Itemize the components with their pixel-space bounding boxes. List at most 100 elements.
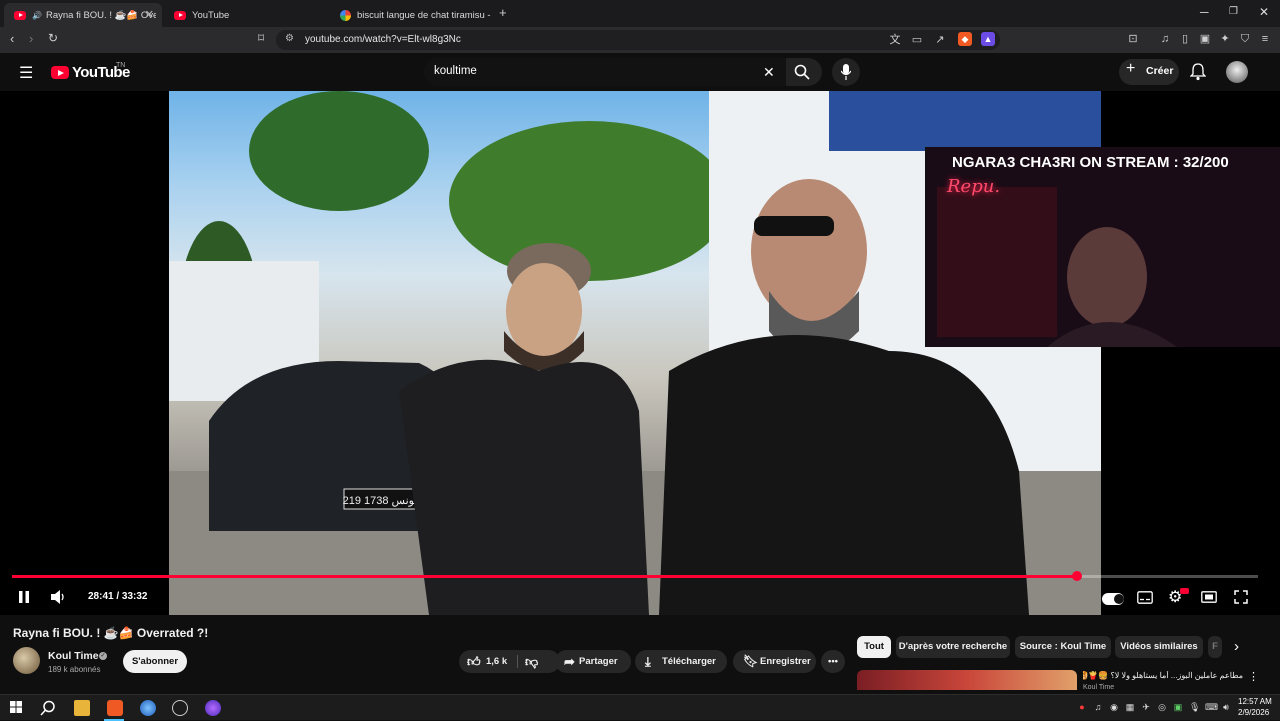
download-button[interactable]: ⤓ Télécharger (635, 650, 727, 673)
file-explorer-icon[interactable] (74, 700, 90, 716)
pause-icon[interactable] (18, 590, 30, 604)
search-input[interactable] (424, 58, 786, 86)
clear-search-icon[interactable]: ✕ (763, 64, 775, 81)
more-actions-button[interactable]: ••• (821, 650, 845, 673)
address-bar[interactable]: ⚙ youtube.com/watch?v=Elt-wl8g3Nc 文 ▭ ↗ (276, 30, 1000, 50)
chip-all[interactable]: Tout (857, 636, 891, 658)
microphone-tray-icon[interactable]: 🎙︎ (1189, 702, 1200, 712)
brave-shield-icon[interactable]: ◆ (958, 32, 972, 46)
browser-toolbar: ‹ › ↻ ⌑ ⚙ youtube.com/watch?v=Elt-wl8g3N… (0, 27, 1280, 53)
recommended-video-thumbnail[interactable] (857, 670, 1077, 690)
browser-tab-active[interactable]: 🔊 Rayna fi BOU. ! ☕🍰 Overra ✕ (4, 3, 162, 27)
channel-avatar[interactable] (13, 647, 40, 674)
app-icon-purple[interactable] (205, 700, 221, 716)
youtube-logo-icon[interactable] (51, 66, 69, 79)
screenshot-icon[interactable]: ⊡ (1126, 32, 1140, 46)
tray-icon-4[interactable]: ◎ (1157, 702, 1167, 712)
site-info-icon[interactable]: ⚙ (285, 33, 294, 44)
bookmark-icon[interactable]: ⌑ (258, 31, 264, 45)
wallet-icon[interactable]: ▣ (1198, 32, 1212, 46)
sidebar-icon[interactable]: ▯ (1178, 32, 1192, 46)
minimize-window-icon[interactable]: ─ (1200, 5, 1209, 19)
media-control-icon[interactable]: ♫ (1158, 32, 1172, 46)
chip-related-videos[interactable]: Vidéos similaires (1115, 636, 1203, 658)
translate-icon[interactable]: 文 (888, 33, 902, 47)
download-label: Télécharger (662, 656, 716, 667)
google-favicon-icon (340, 9, 351, 21)
hamburger-menu-icon[interactable]: ☰ (19, 63, 33, 83)
voice-search-button[interactable] (832, 58, 860, 86)
theater-mode-icon[interactable] (1201, 591, 1217, 603)
tab-label: biscuit langue de chat tiramisu - Goo (357, 9, 492, 21)
forward-arrow-icon[interactable]: › (29, 31, 33, 46)
channel-name[interactable]: Koul Time (48, 650, 99, 662)
youtube-favicon-icon (174, 9, 186, 21)
progress-scrubber-handle[interactable] (1072, 571, 1082, 581)
plus-icon: + (1126, 60, 1136, 77)
new-tab-button[interactable]: + (499, 5, 507, 20)
tray-icon-3[interactable]: ✈ (1141, 702, 1151, 712)
autoplay-toggle[interactable] (1102, 593, 1124, 605)
url-text[interactable]: youtube.com/watch?v=Elt-wl8g3Nc (305, 34, 461, 45)
share-icon[interactable]: ↗ (933, 33, 947, 47)
headset-tray-icon[interactable]: ♫ (1093, 702, 1103, 712)
subscribe-button[interactable]: S'abonner (123, 650, 187, 673)
chips-next-chevron-icon[interactable]: › (1234, 638, 1239, 655)
close-window-icon[interactable]: ✕ (1259, 5, 1269, 19)
browser-tab-bar: 🔊 Rayna fi BOU. ! ☕🍰 Overra ✕ YouTube bi… (0, 0, 1280, 27)
cast-icon[interactable]: ▭ (910, 33, 924, 47)
like-count[interactable]: 1,6 k (486, 650, 507, 673)
browser-tab-google[interactable]: biscuit langue de chat tiramisu - Goo (330, 3, 492, 27)
youtube-favicon-icon (14, 9, 26, 21)
vpn-icon[interactable]: ⛉ (1238, 32, 1252, 46)
tray-icon-1[interactable]: ◉ (1109, 702, 1119, 712)
taskbar-search-icon[interactable] (40, 700, 56, 716)
subscriber-count: 189 k abonnés (48, 665, 101, 674)
audio-icon: 🔊 (32, 10, 42, 20)
recommended-video-channel[interactable]: Koul Time (1083, 684, 1114, 691)
close-tab-icon[interactable]: ✕ (145, 8, 154, 21)
thumbs-down-icon[interactable]: 👎︎ (525, 650, 538, 673)
brave-rewards-icon[interactable]: ▲ (981, 32, 995, 46)
video-player[interactable]: 219 تونس 1738 NGARA3 CHA3RI ON STREAM : … (0, 91, 1280, 615)
tray-icon-2[interactable]: ▦ (1125, 702, 1135, 712)
volume-icon[interactable] (50, 589, 66, 605)
thumbs-up-icon[interactable]: 👍︎ (467, 650, 481, 673)
chip-source-channel[interactable]: Source : Koul Time (1015, 636, 1111, 658)
youtube-header: ☰ YouTube TN koultime ✕ Créer + (0, 53, 1280, 91)
verified-badge-icon: ✓ (99, 652, 107, 660)
save-button[interactable]: 🔖︎ Enregistrer (733, 650, 816, 673)
leo-ai-icon[interactable]: ✦ (1218, 32, 1232, 46)
account-avatar[interactable] (1226, 61, 1248, 83)
progress-bar-fill[interactable] (12, 575, 1077, 578)
fullscreen-icon[interactable] (1234, 590, 1248, 604)
share-button[interactable]: ➦ Partager (555, 650, 631, 673)
share-arrow-icon: ➦ (564, 654, 575, 669)
recommended-video-title[interactable]: مطاعم عاملين البوز... أما يستاهلو ولا لا… (1083, 671, 1243, 680)
chip-from-search[interactable]: D'après votre recherche (896, 636, 1010, 658)
like-dislike-group: 👍︎ 1,6 k 👎︎ (459, 650, 560, 673)
license-plate: 219 تونس 1738 (343, 495, 418, 507)
app-icon-circle[interactable] (172, 700, 188, 716)
search-query-text[interactable]: koultime (434, 65, 477, 77)
app-icon-blue[interactable] (140, 700, 156, 716)
windows-start-icon[interactable] (10, 701, 26, 717)
notifications-bell-icon[interactable] (1190, 63, 1206, 81)
volume-tray-icon[interactable]: 🔊︎ (1221, 702, 1231, 712)
menu-icon[interactable]: ≡ (1258, 32, 1272, 46)
back-arrow-icon[interactable]: ‹ (10, 31, 14, 46)
restore-window-icon[interactable]: ❐ (1229, 6, 1238, 17)
country-code: TN (116, 62, 126, 69)
nvidia-tray-icon[interactable]: ▣ (1173, 702, 1183, 712)
network-tray-icon[interactable]: ⌨ (1205, 702, 1218, 712)
recommended-more-icon[interactable]: ⋮ (1248, 670, 1259, 683)
reload-icon[interactable]: ↻ (48, 31, 58, 45)
search-icon[interactable] (794, 64, 810, 80)
brave-browser-icon[interactable] (107, 700, 123, 716)
browser-tab-youtube[interactable]: YouTube (164, 3, 329, 27)
chip-partial[interactable]: F (1208, 636, 1222, 658)
record-tray-icon[interactable]: ● (1077, 702, 1087, 712)
taskbar-clock-date[interactable]: 2/9/2026 (1238, 708, 1269, 717)
subtitles-icon[interactable] (1137, 591, 1153, 604)
taskbar-clock-time[interactable]: 12:57 AM (1238, 697, 1272, 706)
